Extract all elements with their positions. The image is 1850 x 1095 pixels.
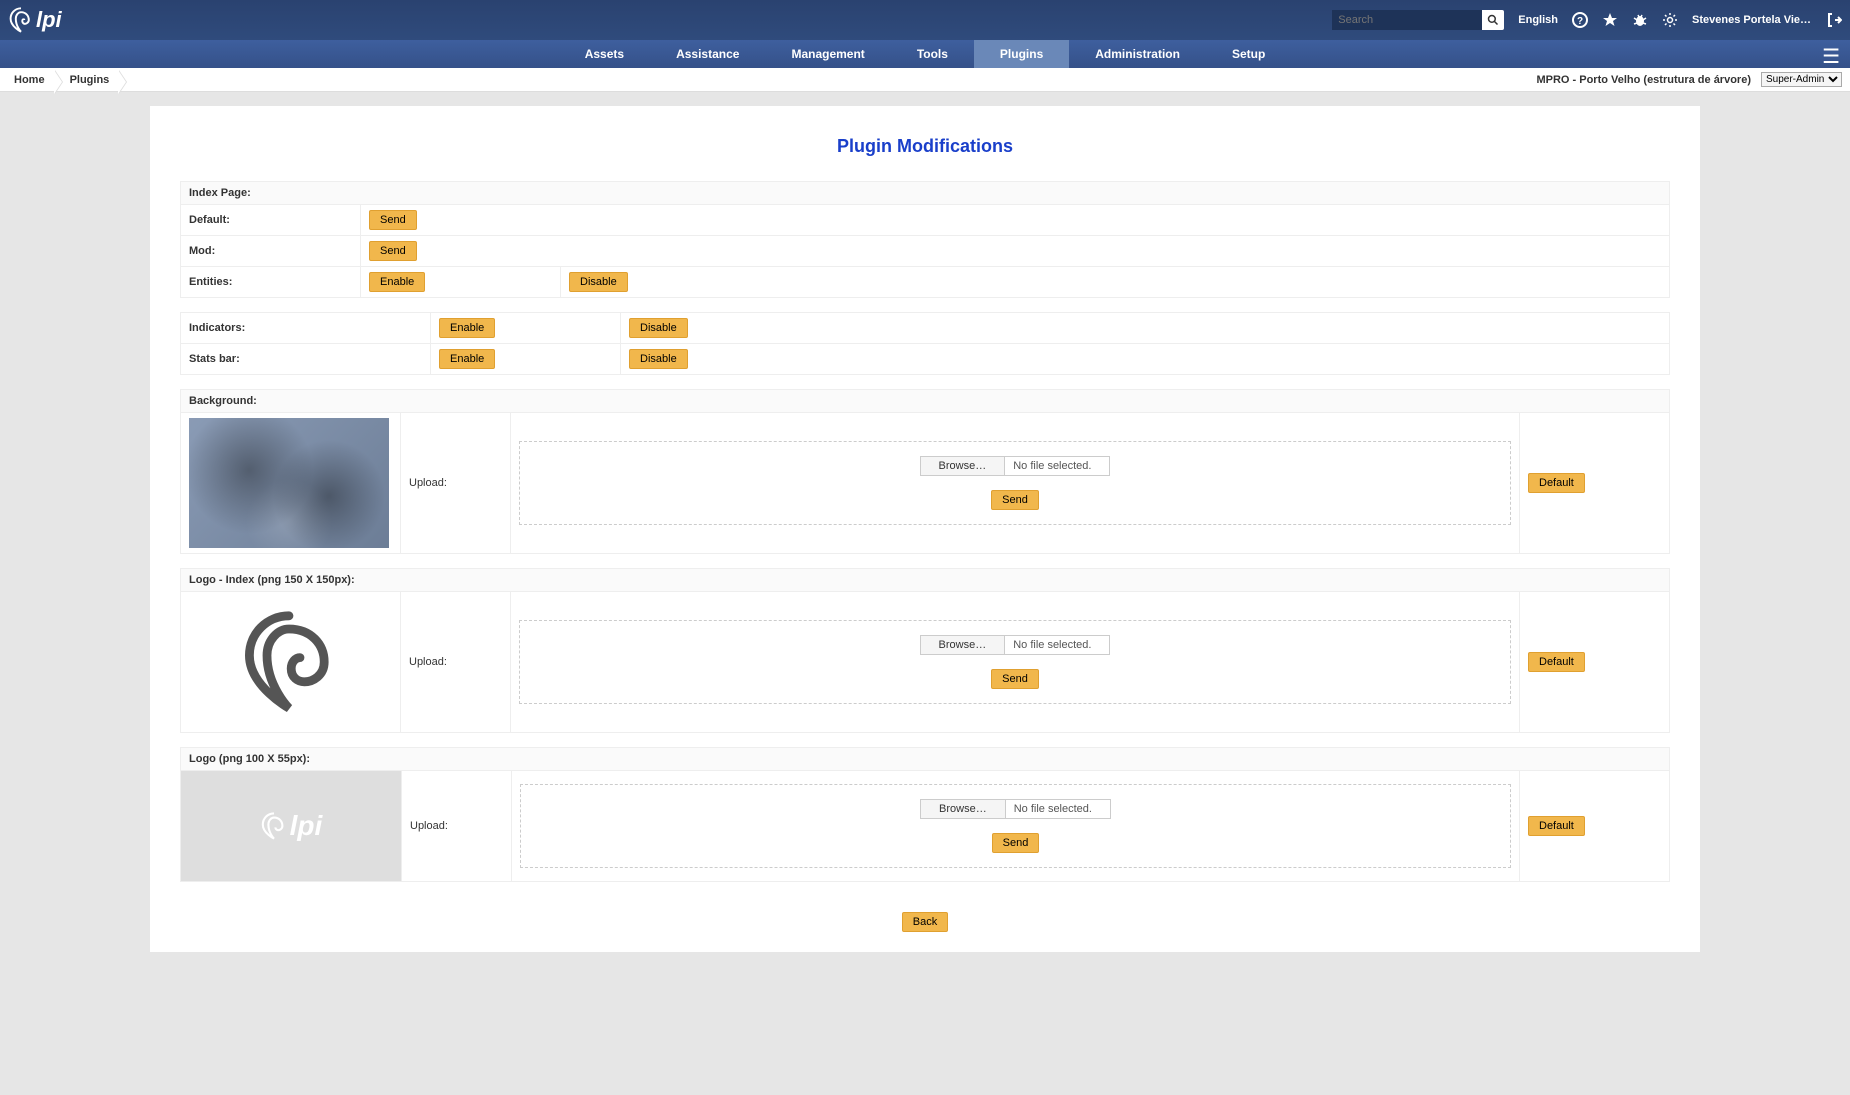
nav-item-administration[interactable]: Administration	[1069, 40, 1206, 68]
bug-icon[interactable]	[1632, 12, 1648, 28]
mod-send-button[interactable]: Send	[369, 241, 417, 261]
logo-small-upload-label: Upload:	[402, 771, 512, 882]
breadcrumb-home[interactable]: Home	[8, 70, 56, 90]
logo-small-browse-button[interactable]: Browse…	[921, 800, 1006, 818]
background-header: Background:	[181, 390, 1670, 413]
entities-label: Entities:	[181, 267, 361, 298]
logo-index-upload-label: Upload:	[401, 592, 511, 733]
nav-item-management[interactable]: Management	[765, 40, 890, 68]
background-default-button[interactable]: Default	[1528, 473, 1585, 493]
nav-bar: Assets Assistance Management Tools Plugi…	[0, 40, 1850, 68]
search-box	[1332, 10, 1504, 30]
entities-enable-button[interactable]: Enable	[369, 272, 425, 292]
background-file-status: No file selected.	[1005, 457, 1109, 475]
logo-index-default-button[interactable]: Default	[1528, 652, 1585, 672]
nav-item-setup[interactable]: Setup	[1206, 40, 1291, 68]
section-logo-small: Logo (png 100 X 55px): lpi Upload: Brows…	[180, 747, 1670, 882]
indicators-label: Indicators:	[181, 313, 431, 344]
logout-icon[interactable]	[1826, 12, 1842, 28]
logo-small-preview: lpi	[181, 771, 401, 881]
entities-disable-button[interactable]: Disable	[569, 272, 628, 292]
entity-label[interactable]: MPRO - Porto Velho (estrutura de árvore)	[1536, 74, 1751, 86]
section-index-page: Index Page: Default: Send Mod: Send Enti…	[180, 181, 1670, 298]
logo-index-preview	[189, 597, 389, 727]
nav-menu: Assets Assistance Management Tools Plugi…	[559, 40, 1292, 68]
nav-item-assistance[interactable]: Assistance	[650, 40, 765, 68]
nav-item-assets[interactable]: Assets	[559, 40, 650, 68]
logo-index-send-button[interactable]: Send	[991, 669, 1039, 689]
breadcrumb-bar: Home Plugins MPRO - Porto Velho (estrutu…	[0, 68, 1850, 92]
breadcrumb-plugins[interactable]: Plugins	[56, 70, 121, 90]
background-preview	[189, 418, 389, 548]
logo-text: lpi	[36, 7, 62, 33]
logo-small-file-input[interactable]: Browse… No file selected.	[920, 799, 1111, 819]
logo-small-file-status: No file selected.	[1006, 800, 1110, 818]
background-file-input[interactable]: Browse… No file selected.	[920, 456, 1111, 476]
help-icon[interactable]: ?	[1572, 12, 1588, 28]
background-upload-label: Upload:	[401, 413, 511, 554]
gear-icon[interactable]	[1662, 12, 1678, 28]
section-indicators: Indicators: Enable Disable Stats bar: En…	[180, 312, 1670, 375]
breadcrumb: Home Plugins	[8, 70, 120, 90]
main-content: Plugin Modifications Index Page: Default…	[150, 106, 1700, 952]
logo-small-default-button[interactable]: Default	[1528, 816, 1585, 836]
stats-bar-disable-button[interactable]: Disable	[629, 349, 688, 369]
default-send-button[interactable]: Send	[369, 210, 417, 230]
search-button[interactable]	[1482, 10, 1504, 30]
section-logo-index: Logo - Index (png 150 X 150px): Upload: …	[180, 568, 1670, 733]
logo-small-send-button[interactable]: Send	[992, 833, 1040, 853]
stats-bar-enable-button[interactable]: Enable	[439, 349, 495, 369]
default-label: Default:	[181, 205, 361, 236]
user-name[interactable]: Stevenes Portela Vie …	[1692, 14, 1812, 26]
star-icon[interactable]	[1602, 12, 1618, 28]
mod-label: Mod:	[181, 236, 361, 267]
hamburger-icon[interactable]: ☰	[1822, 44, 1840, 69]
section-background: Background: Upload: Browse… No file sele…	[180, 389, 1670, 554]
language-switch[interactable]: English	[1518, 14, 1558, 26]
background-send-button[interactable]: Send	[991, 490, 1039, 510]
index-page-header: Index Page:	[181, 182, 1670, 205]
logo-index-file-status: No file selected.	[1005, 636, 1109, 654]
nav-item-tools[interactable]: Tools	[891, 40, 974, 68]
back-button[interactable]: Back	[902, 912, 948, 932]
svg-text:?: ?	[1577, 16, 1583, 27]
logo-small-upload-box: Browse… No file selected. Send	[520, 784, 1511, 868]
stats-bar-label: Stats bar:	[181, 344, 431, 375]
search-icon	[1487, 14, 1499, 26]
search-input[interactable]	[1332, 10, 1482, 30]
nav-item-plugins[interactable]: Plugins	[974, 40, 1069, 68]
top-bar: lpi English ? Stevenes Portela Vie …	[0, 0, 1850, 40]
indicators-enable-button[interactable]: Enable	[439, 318, 495, 338]
logo-index-upload-box: Browse… No file selected. Send	[519, 620, 1511, 704]
page-title: Plugin Modifications	[150, 106, 1700, 181]
profile-select[interactable]: Super-Admin	[1761, 72, 1842, 87]
app-logo[interactable]: lpi	[8, 7, 62, 33]
background-browse-button[interactable]: Browse…	[921, 457, 1006, 475]
logo-index-browse-button[interactable]: Browse…	[921, 636, 1006, 654]
background-upload-box: Browse… No file selected. Send	[519, 441, 1511, 525]
logo-index-file-input[interactable]: Browse… No file selected.	[920, 635, 1111, 655]
logo-small-header: Logo (png 100 X 55px):	[181, 748, 1670, 771]
logo-index-header: Logo - Index (png 150 X 150px):	[181, 569, 1670, 592]
indicators-disable-button[interactable]: Disable	[629, 318, 688, 338]
